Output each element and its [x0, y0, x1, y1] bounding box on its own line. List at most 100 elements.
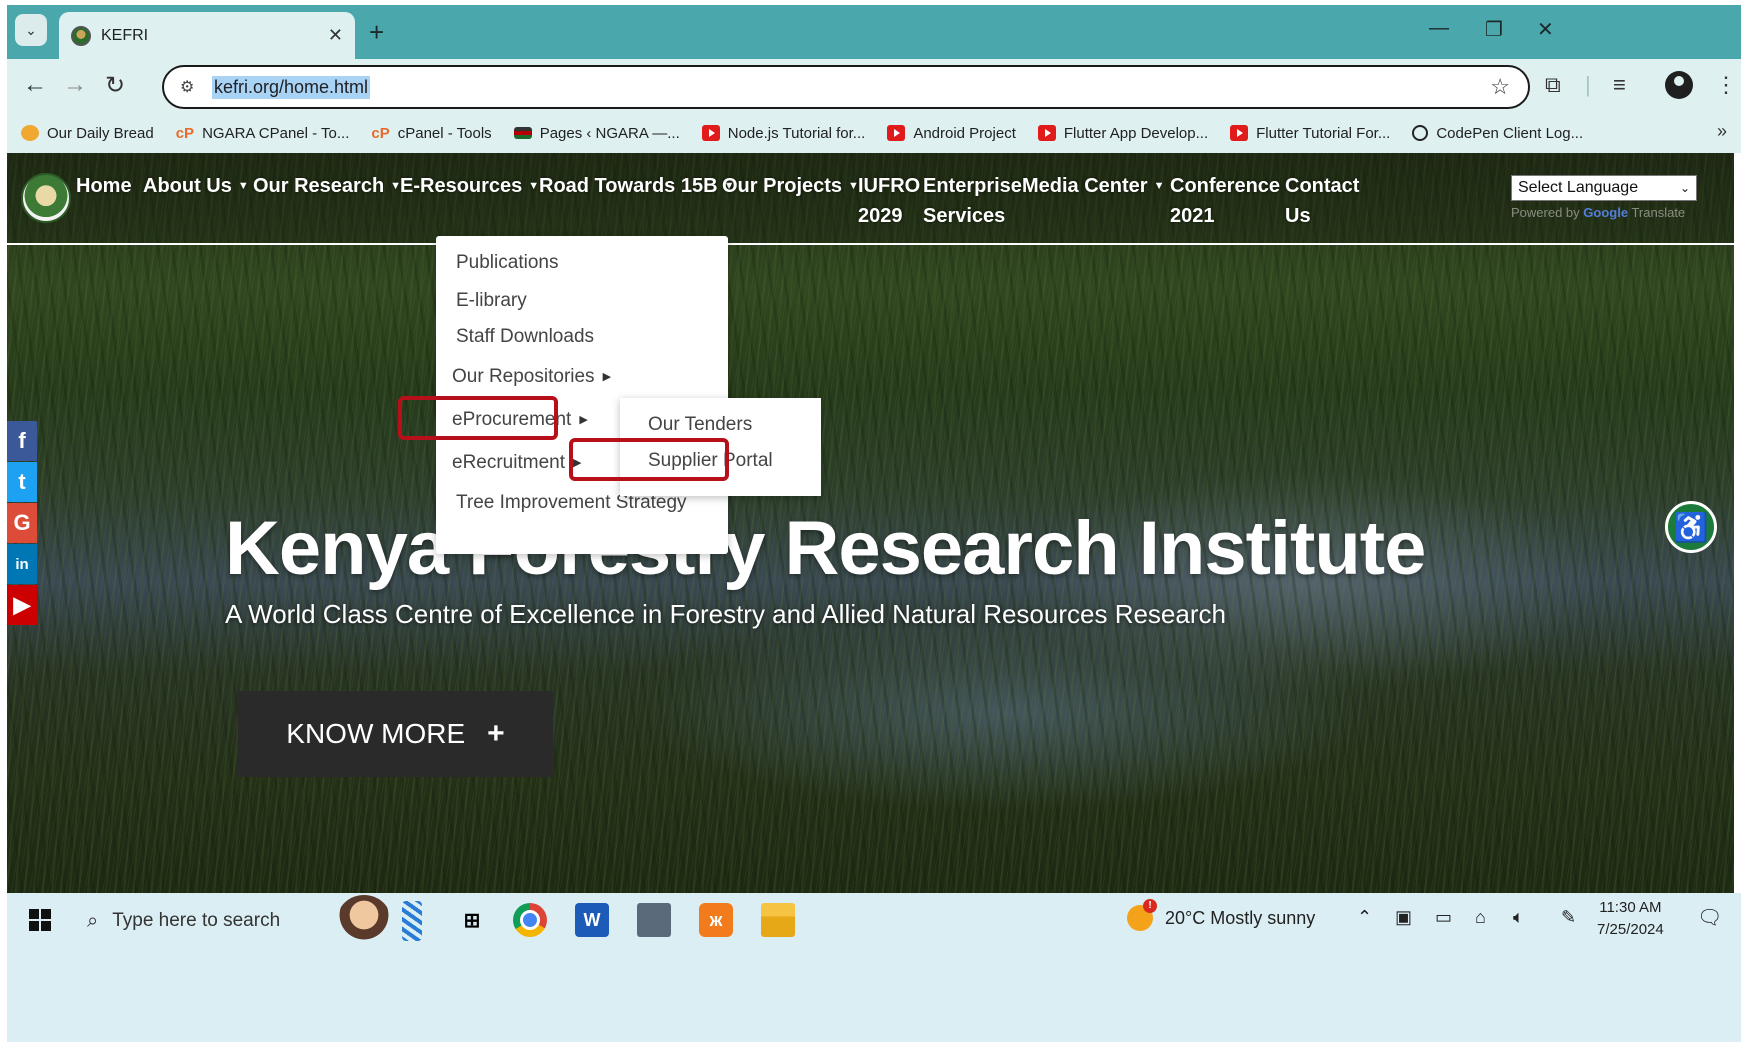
tab-search-button[interactable]: ⌄ [15, 14, 47, 46]
nav-item-media-center[interactable]: Media Center ▼ [1022, 171, 1164, 201]
bookmark-item[interactable]: cP NGARA CPanel - To... [176, 124, 350, 143]
nav-item-our-research[interactable]: Our Research ▼ [253, 171, 401, 201]
dropdown-item-e-library[interactable]: E-library [456, 290, 527, 312]
facebook-icon[interactable]: f [7, 421, 37, 461]
linkedin-icon[interactable]: in [7, 544, 37, 584]
dropdown-item-erecruitment[interactable]: eRecruitment ▶ [452, 452, 581, 474]
task-view-icon[interactable]: ⊞ [455, 903, 489, 937]
notification-icon[interactable]: 🗨︎ [1697, 905, 1722, 930]
tab-title: KEFRI [101, 26, 149, 44]
clock-date: 7/25/2024 [1597, 921, 1664, 938]
show-hidden-icons-icon[interactable]: ⌃ [1357, 907, 1372, 928]
profile-avatar-icon[interactable] [1665, 71, 1693, 99]
word-icon[interactable]: W [575, 903, 609, 937]
e-resources-dropdown: Publications E-library Staff Downloads Our … [436, 236, 728, 554]
display-icon[interactable]: ▭ [1435, 907, 1452, 928]
address-bar[interactable]: ⚙ kefri.org/home.html ☆ [162, 65, 1530, 109]
yt-icon [701, 125, 720, 141]
bookmark-item[interactable]: Flutter Tutorial For... [1230, 125, 1390, 142]
bookmark-item[interactable]: Android Project [887, 125, 1016, 142]
submenu-item-our-tenders[interactable]: Our Tenders [648, 414, 752, 436]
google-icon[interactable]: G [7, 503, 37, 543]
twitter-icon[interactable]: t [7, 462, 37, 502]
system-clock[interactable]: 11:30 AM 7/25/2024 [1597, 897, 1664, 941]
bookmark-item[interactable]: Pages ‹ NGARA —... [513, 125, 680, 142]
web-page: Home About Us ▼ Our Research ▼ E-Resources ▼ Ro… [7, 153, 1734, 893]
toolbar-divider: | [1585, 72, 1591, 97]
meet-now-icon[interactable]: ▣ [1395, 907, 1412, 928]
xampp-icon[interactable]: ж [699, 903, 733, 937]
dropdown-item-our-repositories[interactable]: Our Repositories ▶ [452, 366, 611, 388]
bookmark-item[interactable]: Node.js Tutorial for... [701, 124, 866, 142]
browser-tab[interactable]: KEFRI ✕ [59, 12, 355, 59]
bookmark-item[interactable]: cP cPanel - Tools [371, 125, 491, 143]
bookmark-label: NGARA CPanel - To... [202, 124, 350, 142]
nav-item-contact-us[interactable]: Contact Us [1285, 171, 1359, 231]
cp-icon: cP [371, 125, 390, 142]
search-icon: ⌕ [87, 909, 99, 932]
browser-toolbar: ← → ↻ ⚙ kefri.org/home.html ☆ ⧉ | ≡ ⋮ [7, 59, 1741, 113]
close-window-button[interactable]: ✕ [1537, 17, 1554, 42]
minimize-button[interactable]: — [1429, 17, 1449, 40]
more-bookmarks-icon[interactable]: » [1717, 121, 1727, 142]
nav-item-iufro-2029[interactable]: IUFRO 2029 [858, 171, 920, 231]
windows-start-icon[interactable] [29, 909, 51, 931]
bookmark-star-icon[interactable]: ☆ [1490, 74, 1510, 100]
yt-icon [887, 125, 906, 141]
nav-item-home[interactable]: Home [76, 171, 132, 201]
youtube-icon[interactable]: ▶ [7, 585, 37, 625]
chevron-down-icon: ⌄ [25, 21, 37, 38]
clock-time: 11:30 AM [1599, 899, 1662, 916]
file-explorer-icon[interactable] [761, 903, 795, 937]
volume-icon[interactable]: 🔈︎ [1513, 907, 1524, 928]
nav-item-enterprise-services[interactable]: Enterprise Services [923, 171, 1022, 231]
nav-item-about-us[interactable]: About Us ▼ [143, 171, 249, 201]
chrome-icon[interactable] [513, 903, 547, 937]
bookmark-label: Android Project [913, 124, 1016, 142]
reading-list-icon[interactable]: ≡ [1613, 72, 1626, 98]
search-highlight-avatar-icon [337, 895, 391, 945]
weather-sun-icon [1127, 899, 1157, 931]
kefri-favicon-icon [71, 25, 91, 46]
bookmarks-bar: Our Daily Bread cP NGARA CPanel - To... cP c… [7, 113, 1741, 153]
chevron-down-icon: ⌄ [1679, 181, 1690, 195]
dropdown-item-publications[interactable]: Publications [456, 252, 558, 274]
accessibility-icon[interactable]: ♿ [1665, 501, 1717, 553]
bookmark-label: Node.js Tutorial for... [727, 124, 866, 142]
bookmark-item[interactable]: Flutter App Develop... [1037, 125, 1208, 142]
reload-icon[interactable]: ↻ [105, 71, 125, 100]
new-tab-button[interactable]: + [369, 17, 384, 48]
url-text[interactable]: kefri.org/home.html [212, 76, 371, 99]
bookmark-item[interactable]: CodePen Client Log... [1412, 125, 1583, 142]
back-icon[interactable]: ← [23, 71, 47, 99]
calculator-icon[interactable] [637, 903, 671, 937]
network-icon[interactable]: ⌂ [1475, 907, 1486, 928]
know-more-button[interactable]: KNOW MORE + [238, 691, 553, 777]
weather-widget[interactable]: 20°C Mostly sunny [1127, 899, 1316, 931]
forward-icon[interactable]: → [63, 71, 87, 99]
site-info-icon[interactable]: ⚙ [180, 77, 200, 97]
nav-item-e-resources[interactable]: E-Resources ▼ [400, 171, 539, 201]
language-select[interactable]: Select Language ⌄ [1511, 175, 1697, 201]
caret-down-icon: ▼ [1153, 180, 1165, 192]
dropdown-item-staff-downloads[interactable]: Staff Downloads [456, 326, 594, 348]
yt-icon [1230, 125, 1249, 141]
eprocurement-highlight-box [398, 396, 558, 440]
extensions-icon[interactable]: ⧉ [1545, 72, 1561, 98]
bookmark-item[interactable]: Our Daily Bread [21, 125, 154, 142]
close-tab-icon[interactable]: ✕ [328, 25, 343, 46]
yt-icon [1037, 125, 1056, 141]
caret-down-icon: ▼ [528, 180, 540, 192]
nav-item-conference-2021[interactable]: Conference 2021 [1170, 171, 1280, 231]
bookmark-label: Flutter Tutorial For... [1256, 124, 1391, 142]
nav-item-our-projects[interactable]: Our Projects ▼ [722, 171, 859, 201]
taskbar-search-placeholder: Type here to search [112, 910, 281, 931]
pen-icon[interactable]: ✎ [1561, 907, 1576, 928]
nav-item-road-towards-15b[interactable]: Road Towards 15B ▼ [539, 171, 734, 201]
hero-subtitle: A World Class Centre of Excellence in Fo… [225, 599, 1226, 629]
menu-kebab-icon[interactable]: ⋮ [1715, 72, 1737, 98]
weather-text: 20°C Mostly sunny [1165, 907, 1316, 928]
restore-button[interactable]: ❐ [1485, 17, 1503, 42]
caret-down-icon: ▼ [237, 180, 249, 192]
kefri-logo[interactable] [21, 173, 71, 223]
